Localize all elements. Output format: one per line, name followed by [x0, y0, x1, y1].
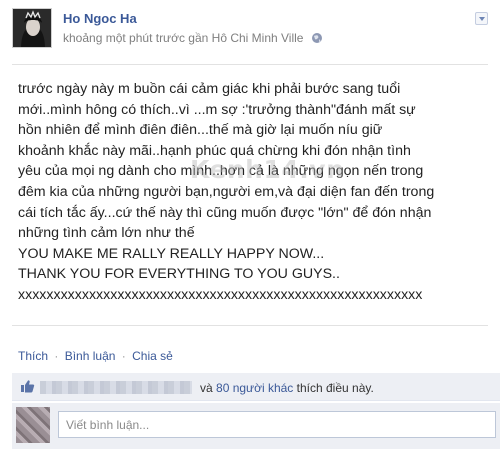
post-header: Ho Ngoc Ha khoảng một phút trước gần Hô …	[12, 8, 488, 52]
chevron-down-icon[interactable]	[475, 12, 488, 25]
action-separator: ·	[121, 349, 126, 363]
author-name[interactable]: Ho Ngoc Ha	[63, 11, 137, 26]
watermark: Kenh14.vn	[190, 155, 345, 184]
likes-others-link[interactable]: 80 người khác	[216, 381, 293, 395]
post-text: trước ngày này m buồn cái cảm giác khi p…	[18, 79, 470, 306]
like-link[interactable]: Thích	[18, 349, 48, 363]
liker-names-blurred[interactable]	[40, 381, 192, 394]
likes-suffix: thích điều này.	[296, 381, 374, 395]
globe-icon	[311, 32, 323, 47]
post-line: YOU MAKE ME RALLY REALLY HAPPY NOW...	[18, 245, 325, 262]
share-link[interactable]: Chia sẻ	[132, 349, 173, 363]
post-line: trước ngày này m buồn cái cảm giác khi p…	[18, 81, 401, 97]
post-line: cái tích tắc ấy...cứ thế này thì cũng mu…	[18, 204, 432, 221]
comment-input[interactable]	[58, 411, 496, 438]
viewer-avatar	[16, 407, 50, 443]
likes-and: và	[200, 381, 213, 395]
post-line: THANK YOU FOR EVERYTHING TO YOU GUYS..	[18, 266, 340, 283]
post-line: những tình cảm lớn như thế	[18, 225, 195, 242]
likes-summary: và 80 người khác thích điều này.	[200, 381, 374, 395]
author-avatar[interactable]	[12, 8, 52, 48]
post-line: xxxxxxxxxxxxxxxxxxxxxxxxxxxxxxxxxxxxxxxx…	[18, 286, 423, 303]
post-line: đêm kia của những người bạn,người em,và …	[18, 183, 435, 200]
post-actions: Thích · Bình luận · Chia sẻ	[18, 349, 173, 363]
action-separator: ·	[54, 349, 59, 363]
post-body: trước ngày này m buồn cái cảm giác khi p…	[12, 64, 488, 326]
thumbs-up-icon	[20, 379, 35, 399]
comment-row	[12, 403, 500, 449]
comment-link[interactable]: Bình luận	[65, 349, 116, 363]
post-meta: khoảng một phút trước gần Hô Chi Minh Vi…	[63, 31, 323, 47]
post-timestamp-location[interactable]: khoảng một phút trước gần Hô Chi Minh Vi…	[63, 31, 303, 45]
likes-bar: và 80 người khác thích điều này.	[12, 373, 500, 401]
post-line: hồn nhiên để mình điên điên...thế mà giờ…	[18, 122, 383, 139]
post-line: mới..mình hông có thích..vì ...m sợ :'tr…	[18, 101, 416, 118]
